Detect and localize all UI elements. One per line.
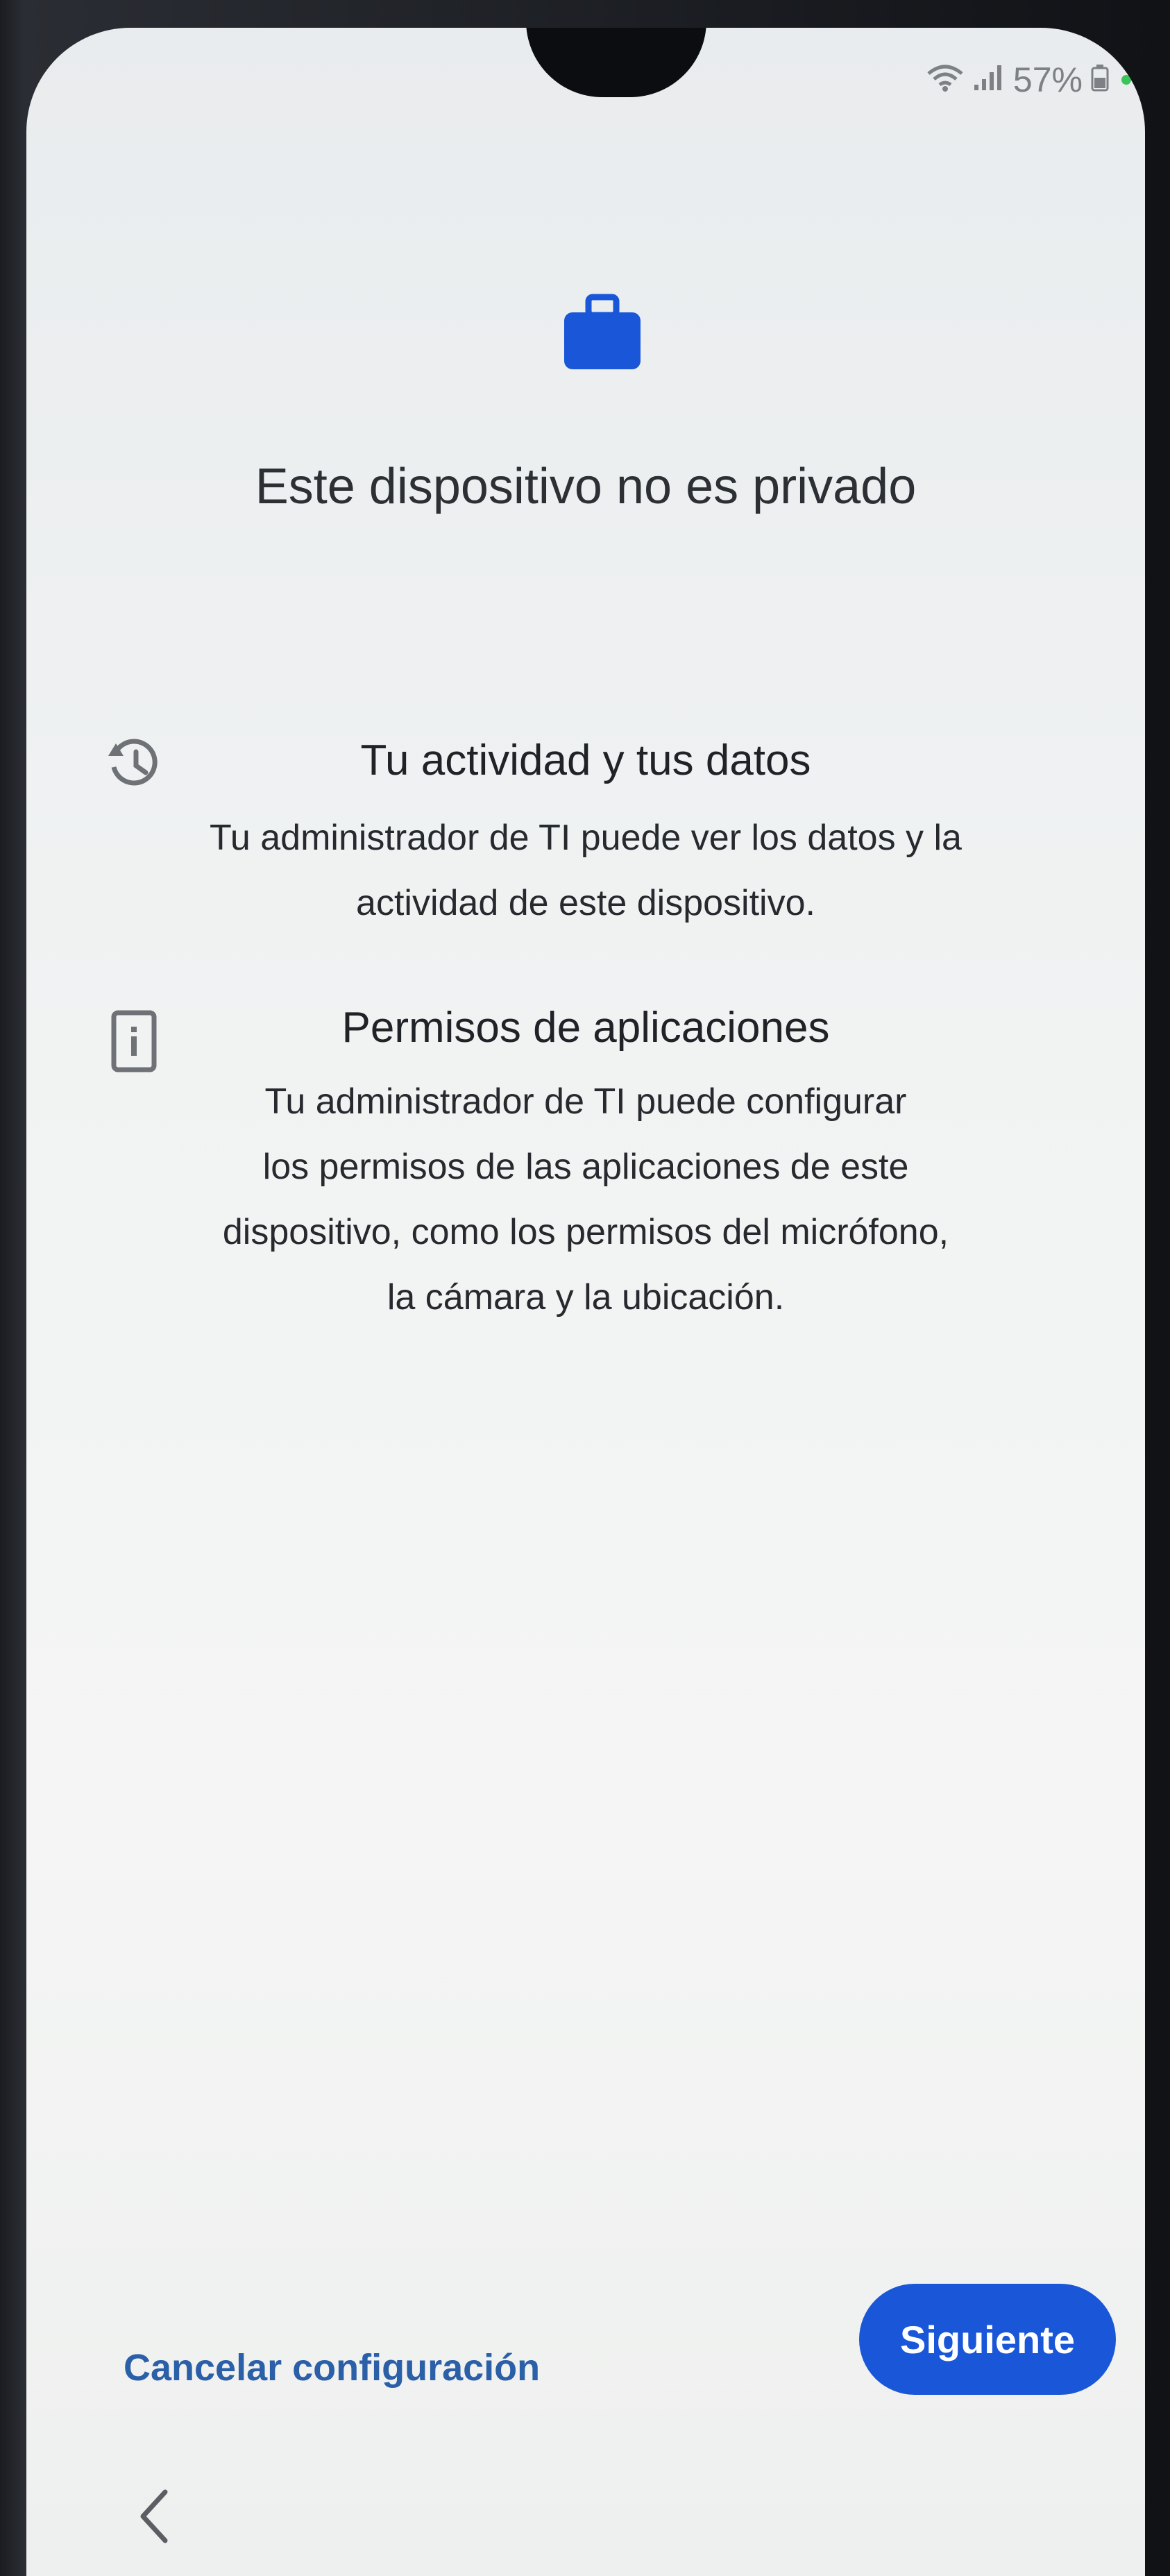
signal-icon — [973, 60, 1005, 100]
briefcase-icon — [561, 292, 644, 375]
cancel-setup-button[interactable]: Cancelar configuración — [124, 2346, 540, 2389]
section-heading-activity: Tu actividad y tus datos — [360, 736, 811, 784]
phone-frame: 57% Este dispositivo no es privado Tu ac… — [0, 0, 1170, 2576]
section-text-permissions-line-1: Tu administrador de TI puede configurar — [264, 1081, 907, 1122]
section-text-permissions-line-3: dispositivo, como los permisos del micró… — [222, 1212, 949, 1252]
green-dot-indicator — [1121, 75, 1131, 85]
section-text-permissions-line-4: la cámara y la ubicación. — [387, 1277, 785, 1318]
status-bar: 57% — [926, 56, 1131, 104]
screen: 57% Este dispositivo no es privado Tu ac… — [26, 28, 1145, 2576]
wifi-icon — [926, 60, 965, 100]
back-chevron-icon[interactable] — [130, 2485, 179, 2548]
section-heading-permissions: Permisos de aplicaciones — [341, 1004, 830, 1052]
next-button[interactable]: Siguiente — [859, 2284, 1116, 2395]
camera-notch — [526, 28, 706, 97]
section-text-permissions-line-2: los permisos de las aplicaciones de este — [262, 1147, 909, 1187]
page-title: Este dispositivo no es privado — [255, 459, 917, 514]
section-text-activity-line-1: Tu administrador de TI puede ver los dat… — [210, 818, 962, 858]
battery-icon — [1091, 60, 1109, 100]
battery-percent: 57% — [1012, 60, 1083, 99]
section-text-activity-line-2: actividad de este dispositivo. — [356, 883, 815, 923]
